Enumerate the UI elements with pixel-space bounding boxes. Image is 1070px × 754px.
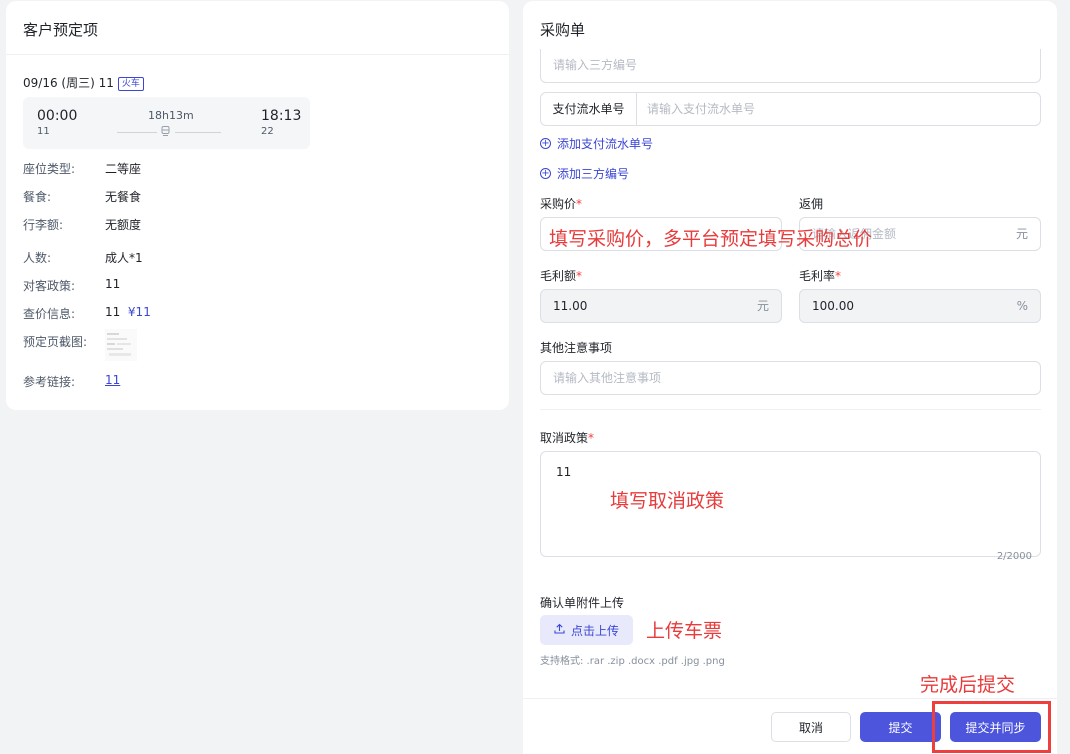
seat-type-label: 座位类型: bbox=[23, 162, 76, 176]
add-third-party-label: 添加三方编号 bbox=[557, 167, 630, 181]
booking-screenshot-thumbnail[interactable] bbox=[105, 329, 137, 361]
gross-margin-unit: % bbox=[1016, 299, 1028, 313]
required-mark: * bbox=[835, 269, 842, 283]
panel-title: 客户预定项 bbox=[23, 21, 99, 39]
add-pay-flow-label: 添加支付流水单号 bbox=[557, 137, 654, 151]
train-schedule-card: 00:00 11 18h13m 18:13 22 bbox=[23, 97, 310, 149]
section-divider bbox=[540, 409, 1041, 410]
panel-title: 采购单 bbox=[540, 21, 586, 39]
upload-icon bbox=[554, 623, 565, 637]
add-third-party-link[interactable]: + 添加三方编号 bbox=[540, 165, 629, 182]
required-mark: * bbox=[576, 197, 583, 211]
gross-margin-value: 100.00 bbox=[812, 299, 854, 313]
price-check-text: 11 bbox=[105, 305, 121, 319]
trip-info: 09/16 (周三) 11 火车 bbox=[23, 74, 144, 91]
pay-flow-input[interactable]: 支付流水单号 请输入支付流水单号 bbox=[540, 92, 1041, 126]
gross-profit-label: 毛利额* bbox=[540, 267, 582, 284]
required-mark: * bbox=[576, 269, 583, 283]
meal-value: 无餐食 bbox=[105, 190, 142, 204]
customer-booking-panel: 客户预定项 09/16 (周三) 11 火车 00:00 11 18h13m 18… bbox=[6, 1, 509, 410]
route-line-left bbox=[117, 132, 157, 133]
gross-profit-label-text: 毛利额 bbox=[540, 269, 577, 283]
customer-policy-value: 11 bbox=[105, 277, 121, 291]
pay-flow-placeholder: 请输入支付流水单号 bbox=[647, 102, 756, 116]
required-mark: * bbox=[588, 431, 595, 445]
cancel-policy-label-text: 取消政策 bbox=[540, 431, 589, 445]
arrive-station: 22 bbox=[261, 126, 274, 137]
annotation-price: 填写采购价，多平台预定填写采购总价 bbox=[549, 228, 873, 250]
rebate-unit: 元 bbox=[1015, 227, 1028, 241]
plus-circle-icon: + bbox=[540, 168, 551, 179]
other-notes-label: 其他注意事项 bbox=[540, 341, 613, 355]
screenshot-label: 预定页截图: bbox=[23, 335, 88, 349]
purchase-price-label-text: 采购价 bbox=[540, 197, 577, 211]
gross-profit-field: 11.00 元 bbox=[540, 289, 782, 323]
reference-link[interactable]: 11 bbox=[105, 373, 120, 387]
passengers-label: 人数: bbox=[23, 251, 52, 265]
third-party-id-input[interactable]: 请输入三方编号 bbox=[540, 49, 1041, 83]
pay-flow-label: 支付流水单号 bbox=[541, 93, 637, 125]
gross-profit-unit: 元 bbox=[756, 299, 769, 313]
cancel-policy-label: 取消政策* bbox=[540, 429, 594, 446]
upload-button-label: 点击上传 bbox=[570, 623, 619, 638]
rebate-label: 返佣 bbox=[799, 197, 824, 211]
add-pay-flow-link[interactable]: + 添加支付流水单号 bbox=[540, 135, 653, 152]
luggage-label: 行李额: bbox=[23, 218, 64, 232]
price-check-label: 查价信息: bbox=[23, 307, 76, 321]
cancel-policy-value: 11 bbox=[556, 465, 572, 479]
depart-station: 11 bbox=[37, 126, 50, 137]
upload-format-hint: 支持格式: .rar .zip .docx .pdf .jpg .png bbox=[540, 656, 725, 667]
arrive-time: 18:13 bbox=[261, 108, 302, 124]
annotation-upload: 上传车票 bbox=[646, 620, 723, 642]
customer-policy-label: 对客政策: bbox=[23, 279, 76, 293]
annotation-highlight-box bbox=[932, 701, 1051, 753]
upload-button[interactable]: 点击上传 bbox=[540, 615, 633, 645]
route-line-right bbox=[175, 132, 221, 133]
gross-profit-value: 11.00 bbox=[553, 299, 588, 313]
passengers-value: 成人*1 bbox=[105, 251, 143, 265]
train-icon bbox=[161, 125, 170, 136]
other-notes-input[interactable]: 请输入其他注意事项 bbox=[540, 361, 1041, 395]
annotation-cancel-policy: 填写取消政策 bbox=[610, 490, 725, 512]
submit-button[interactable]: 提交 bbox=[860, 712, 941, 742]
price-check-value: 11 ¥11 bbox=[105, 305, 151, 319]
plus-circle-icon: + bbox=[540, 138, 551, 149]
gross-margin-label-text: 毛利率 bbox=[799, 269, 836, 283]
gross-margin-label: 毛利率* bbox=[799, 267, 841, 284]
cancel-button[interactable]: 取消 bbox=[771, 712, 851, 742]
duration: 18h13m bbox=[148, 109, 194, 122]
train-tag: 火车 bbox=[117, 77, 144, 91]
divider bbox=[6, 54, 509, 55]
purchase-price-label: 采购价* bbox=[540, 195, 582, 212]
annotation-submit: 完成后提交 bbox=[920, 674, 1016, 696]
depart-time: 00:00 bbox=[37, 108, 78, 124]
trip-date: 09/16 (周三) 11 bbox=[23, 76, 114, 90]
purchase-order-panel: 采购单 请输入三方编号 支付流水单号 请输入支付流水单号 + 添加支付流水单号 + 添… bbox=[523, 1, 1057, 754]
gross-margin-field: 100.00% bbox=[799, 289, 1041, 323]
meal-label: 餐食: bbox=[23, 190, 52, 204]
seat-type-value: 二等座 bbox=[105, 162, 142, 176]
luggage-value: 无额度 bbox=[105, 218, 142, 232]
reference-link-label: 参考链接: bbox=[23, 375, 76, 389]
upload-label: 确认单附件上传 bbox=[540, 596, 625, 610]
char-counter: 2/2000 bbox=[996, 551, 1032, 562]
price-check-amount[interactable]: ¥11 bbox=[128, 305, 151, 319]
